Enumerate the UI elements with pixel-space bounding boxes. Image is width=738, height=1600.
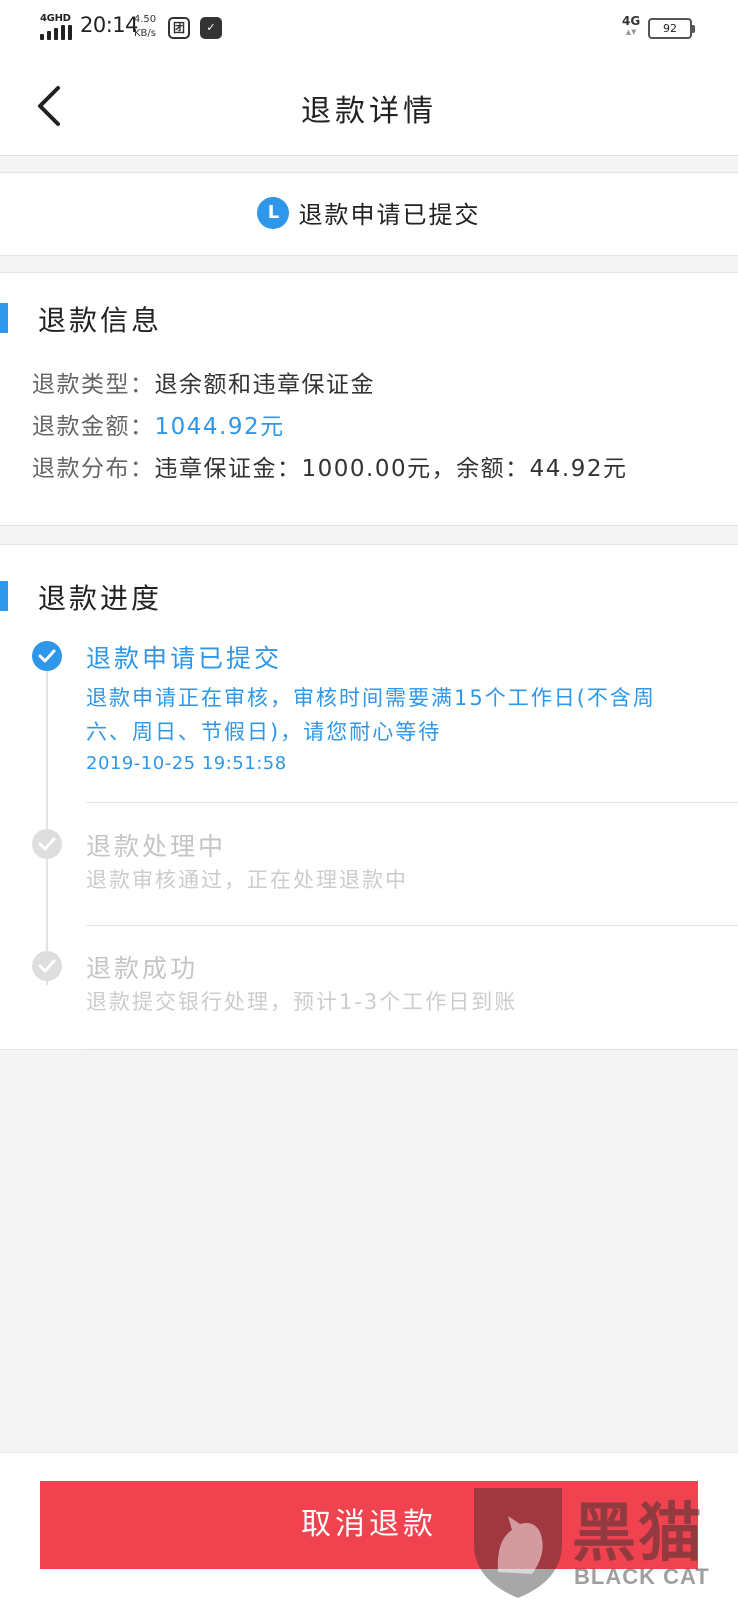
refund-info-card: 退款信息 退款类型：退余额和违章保证金 退款金额：1044.92元 退款分布：违… <box>0 272 738 526</box>
network-speed: 4.50 KB/s <box>130 13 160 41</box>
step-timestamp: 2019-10-25 19:51:58 <box>86 753 287 774</box>
cat-shield-icon <box>474 1488 562 1598</box>
refund-type-row: 退款类型：退余额和违章保证金 <box>32 365 375 399</box>
check-icon <box>32 829 62 859</box>
step-description: 退款提交银行处理，预计1-3个工作日到账 <box>86 990 518 1014</box>
section-title: 退款信息 <box>38 304 163 337</box>
section-marker <box>0 581 8 611</box>
step-description-line: 六、周日、节假日)，请您耐心等待 <box>86 720 442 744</box>
watermark-cn: 黑猫 <box>572 1497 704 1571</box>
refund-type-value: 退余额和违章保证金 <box>154 372 375 398</box>
status-bar: 4GHD 20:14 4.50 KB/s 团 ✓ 4G ▲▼ 92 <box>0 0 738 56</box>
check-icon <box>32 641 62 671</box>
status-icon: L <box>257 196 290 229</box>
app-notification-icon: 团 <box>168 17 190 39</box>
refund-amount-label: 退款金额： <box>32 414 155 440</box>
step-title: 退款处理中 <box>86 832 227 861</box>
step-description: 退款审核通过，正在处理退款中 <box>86 868 408 892</box>
step-description: 退款申请正在审核，审核时间需要满15个工作日(不含周 六、周日、节假日)，请您耐… <box>86 681 686 749</box>
black-cat-watermark: 黑猫 BLACK CAT <box>468 1482 738 1600</box>
step-title: 退款申请已提交 <box>86 644 283 673</box>
refund-amount-value: 1044.92元 <box>154 414 285 440</box>
refund-type-label: 退款类型： <box>32 372 155 398</box>
battery-icon: 92 <box>648 18 695 39</box>
refund-distribution-row: 退款分布：违章保证金：1000.00元，余额：44.92元 <box>32 449 627 483</box>
refund-progress-card: 退款进度 退款申请已提交 退款申请正在审核，审核时间需要满15个工作日(不含周 … <box>0 544 738 1050</box>
speed-value: 4.50 <box>133 14 157 25</box>
refund-amount-row: 退款金额：1044.92元 <box>32 407 285 441</box>
section-marker <box>0 303 8 333</box>
refund-distribution-label: 退款分布： <box>32 456 155 482</box>
step-description-line: 退款申请正在审核，审核时间需要满15个工作日(不含周 <box>86 686 656 710</box>
progress-connector <box>46 655 48 985</box>
network-label: 4GHD <box>40 13 71 24</box>
status-banner: L 退款申请已提交 <box>0 172 738 256</box>
section-title: 退款进度 <box>38 582 163 615</box>
status-text: 退款申请已提交 <box>298 201 481 229</box>
page-title: 退款详情 <box>301 94 437 129</box>
signal-icon: 4GHD <box>40 13 74 40</box>
check-icon <box>32 951 62 981</box>
step-title: 退款成功 <box>86 954 199 983</box>
speed-unit: KB/s <box>134 28 156 39</box>
divider <box>86 802 738 803</box>
mobile-data-label: 4G <box>622 14 641 28</box>
divider <box>86 925 738 926</box>
divider <box>86 1049 738 1050</box>
refund-distribution-value: 违章保证金：1000.00元，余额：44.92元 <box>154 456 628 482</box>
mobile-data-icon: 4G ▲▼ <box>622 14 641 36</box>
app-notification-icon-2: ✓ <box>200 17 222 39</box>
watermark-en: BLACK CAT <box>574 1564 710 1589</box>
header: 退款详情 <box>0 56 738 156</box>
